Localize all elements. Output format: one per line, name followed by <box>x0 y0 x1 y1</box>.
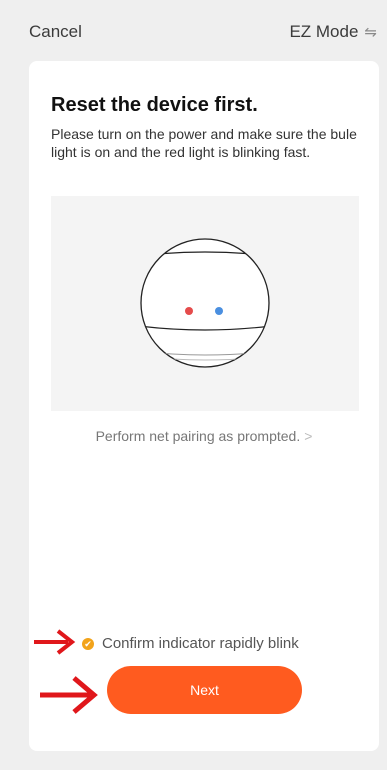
ez-mode-reset-screen: Cancel EZ Mode ⇋ Reset the device first.… <box>0 0 387 770</box>
net-pairing-help-link[interactable]: Perform net pairing as prompted. > <box>29 428 379 444</box>
instruction-card: Reset the device first. Please turn on t… <box>29 61 379 751</box>
device-sphere <box>140 238 270 368</box>
cancel-button[interactable]: Cancel <box>29 22 82 42</box>
red-led <box>185 307 193 315</box>
top-bar: Cancel EZ Mode ⇋ <box>0 0 387 62</box>
chevron-right-icon: > <box>304 428 313 444</box>
page-title: Reset the device first. <box>51 94 258 116</box>
annotation-arrow-icon <box>34 629 76 655</box>
device-illustration <box>51 196 359 411</box>
help-link-label: Perform net pairing as prompted. <box>95 428 301 444</box>
mode-label: EZ Mode <box>289 22 359 41</box>
next-button[interactable]: Next <box>107 666 302 714</box>
confirm-label: Confirm indicator rapidly blink <box>102 635 299 652</box>
annotation-arrow-icon <box>40 676 98 714</box>
blue-led <box>215 307 223 315</box>
instruction-text: Please turn on the power and make sure t… <box>51 126 357 160</box>
mode-switch-button[interactable]: EZ Mode ⇋ <box>289 22 377 42</box>
check-circle-icon: ✔ <box>82 637 94 650</box>
confirm-blink-checkbox[interactable]: ✔ Confirm indicator rapidly blink <box>82 635 299 652</box>
switch-arrows-icon: ⇋ <box>364 24 377 41</box>
